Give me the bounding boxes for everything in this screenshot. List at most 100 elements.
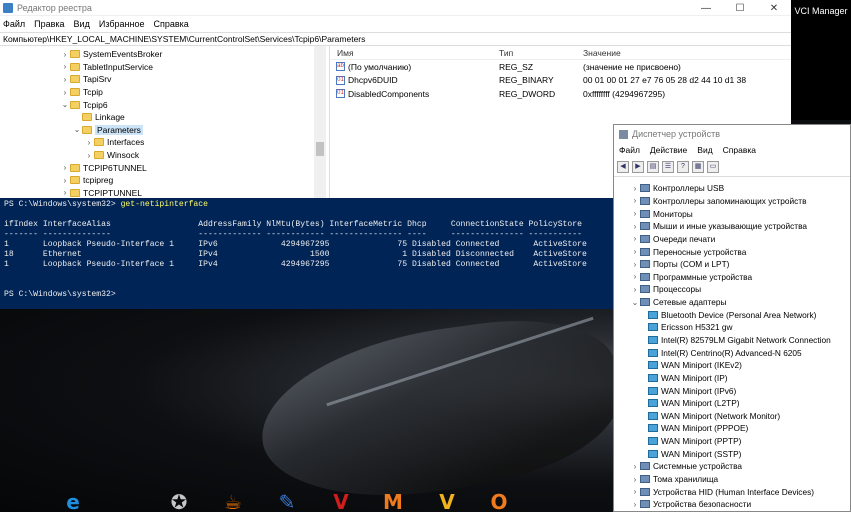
device-item[interactable]: WAN Miniport (PPPOE) bbox=[614, 422, 851, 435]
tree-node-systemeventsbroker[interactable]: › SystemEventsBroker bbox=[60, 48, 163, 61]
app-m-icon[interactable]: M bbox=[378, 487, 408, 512]
menu-edit[interactable]: Правка bbox=[34, 19, 64, 29]
devmgr-menu-action[interactable]: Действие bbox=[650, 145, 687, 155]
device-category[interactable]: › Переносные устройства bbox=[614, 245, 851, 258]
chevron-right-icon[interactable]: › bbox=[630, 475, 640, 484]
mercedes-icon[interactable]: ✪ bbox=[164, 487, 194, 512]
device-category[interactable]: › Очереди печати bbox=[614, 233, 851, 246]
devmgr-menu-help[interactable]: Справка bbox=[723, 145, 756, 155]
tree-node-tabletinputservice[interactable]: › TabletInputService bbox=[60, 61, 153, 74]
device-category[interactable]: › Мониторы bbox=[614, 207, 851, 220]
chevron-right-icon[interactable]: › bbox=[60, 88, 70, 97]
device-item[interactable]: WAN Miniport (L2TP) bbox=[614, 397, 851, 410]
device-category[interactable]: ⌄ Сетевые адаптеры bbox=[614, 296, 851, 309]
chevron-right-icon[interactable]: › bbox=[630, 487, 640, 496]
device-category[interactable]: › Контроллеры запоминающих устройств bbox=[614, 195, 851, 208]
vci-manager-shortcut[interactable]: VCI Manager bbox=[791, 0, 851, 120]
device-item[interactable]: WAN Miniport (IPv6) bbox=[614, 384, 851, 397]
menu-view[interactable]: Вид bbox=[74, 19, 90, 29]
device-category[interactable]: › Устройства HID (Human Interface Devices… bbox=[614, 485, 851, 498]
tree-node-tcpip6[interactable]: ⌄ Tcpip6 bbox=[60, 98, 108, 111]
app-v-icon[interactable]: V bbox=[326, 487, 356, 512]
devmgr-menu-view[interactable]: Вид bbox=[697, 145, 712, 155]
device-category[interactable]: › Системные устройства bbox=[614, 460, 851, 473]
device-item[interactable]: WAN Miniport (IP) bbox=[614, 372, 851, 385]
device-item[interactable]: Intel(R) Centrino(R) Advanced-N 6205 bbox=[614, 346, 851, 359]
tree-node-linkage[interactable]: Linkage bbox=[72, 111, 125, 124]
ie-icon[interactable]: e bbox=[58, 487, 88, 512]
menu-file[interactable]: Файл bbox=[3, 19, 25, 29]
device-category[interactable]: › Тома хранилища bbox=[614, 473, 851, 486]
chevron-down-icon[interactable]: ⌄ bbox=[60, 100, 70, 109]
tree-node-parameters[interactable]: ⌄ Parameters bbox=[72, 124, 143, 137]
chevron-right-icon[interactable]: › bbox=[630, 260, 640, 269]
device-category[interactable]: › Процессоры bbox=[614, 283, 851, 296]
device-category[interactable]: › Программные устройства bbox=[614, 270, 851, 283]
chevron-right-icon[interactable]: › bbox=[60, 176, 70, 185]
chevron-right-icon[interactable]: › bbox=[60, 50, 70, 59]
value-row[interactable]: 01 DisabledComponents REG_DWORD 0xffffffff … bbox=[331, 87, 791, 101]
grid-icon[interactable]: ▦ bbox=[692, 160, 704, 173]
menu-favorites[interactable]: Избранное bbox=[99, 19, 145, 29]
devmgr-menu-file[interactable]: Файл bbox=[619, 145, 640, 155]
chevron-down-icon[interactable]: ⌄ bbox=[72, 125, 82, 134]
device-item[interactable]: Bluetooth Device (Personal Area Network) bbox=[614, 308, 851, 321]
chevron-right-icon[interactable]: › bbox=[60, 163, 70, 172]
monitor-icon[interactable]: ▭ bbox=[707, 160, 719, 173]
value-row[interactable]: ab (По умолчанию) REG_SZ (значение не присв… bbox=[331, 60, 791, 74]
device-category[interactable]: › Порты (COM и LPT) bbox=[614, 258, 851, 271]
chevron-right-icon[interactable]: › bbox=[630, 500, 640, 509]
tree-node-interfaces[interactable]: › Interfaces bbox=[84, 136, 145, 149]
maximize-button[interactable]: ☐ bbox=[723, 0, 757, 16]
chevron-right-icon[interactable]: › bbox=[630, 222, 640, 231]
column-name[interactable]: Имя bbox=[331, 48, 499, 58]
chevron-right-icon[interactable]: › bbox=[630, 209, 640, 218]
java-icon[interactable]: ☕ bbox=[218, 487, 248, 512]
tree-node-tcpiptunnel[interactable]: › TCPIPTUNNEL bbox=[60, 187, 142, 198]
chevron-right-icon[interactable]: › bbox=[84, 138, 94, 147]
app-o-icon[interactable]: O bbox=[484, 487, 514, 512]
chevron-right-icon[interactable]: › bbox=[60, 75, 70, 84]
tree-node-tcpip[interactable]: › Tcpip bbox=[60, 86, 103, 99]
chevron-right-icon[interactable]: › bbox=[630, 184, 640, 193]
scrollbar-thumb[interactable] bbox=[316, 142, 324, 156]
minimize-button[interactable]: — bbox=[689, 0, 723, 16]
column-type[interactable]: Тип bbox=[499, 48, 583, 58]
device-category[interactable]: › Контроллеры USB bbox=[614, 182, 851, 195]
chevron-right-icon[interactable]: › bbox=[630, 272, 640, 281]
device-item[interactable]: WAN Miniport (PPTP) bbox=[614, 435, 851, 448]
chevron-right-icon[interactable]: › bbox=[630, 234, 640, 243]
chevron-right-icon[interactable]: › bbox=[630, 247, 640, 256]
device-item[interactable]: WAN Miniport (Network Monitor) bbox=[614, 410, 851, 423]
chevron-right-icon[interactable]: › bbox=[630, 196, 640, 205]
device-category[interactable]: › Устройства безопасности bbox=[614, 498, 851, 511]
chevron-right-icon[interactable]: › bbox=[60, 62, 70, 71]
device-category[interactable]: › Мыши и иные указывающие устройства bbox=[614, 220, 851, 233]
tree-node-tcpip6tunnel[interactable]: › TCPIP6TUNNEL bbox=[60, 161, 147, 174]
app-v2-icon[interactable]: V bbox=[432, 487, 462, 512]
menu-help[interactable]: Справка bbox=[153, 19, 188, 29]
tool-icon[interactable]: ✎ bbox=[272, 487, 302, 512]
back-icon[interactable]: ◀ bbox=[617, 160, 629, 173]
address-bar[interactable]: Компьютер\HKEY_LOCAL_MACHINE\SYSTEM\Curr… bbox=[0, 32, 791, 46]
chevron-right-icon[interactable]: › bbox=[60, 188, 70, 197]
powershell-console[interactable]: PS C:\Windows\system32> get-netipinterfa… bbox=[0, 198, 613, 309]
column-data[interactable]: Значение bbox=[583, 48, 791, 58]
list-icon[interactable]: ☰ bbox=[662, 160, 674, 173]
tree-scrollbar[interactable] bbox=[314, 46, 326, 198]
chevron-down-icon[interactable]: ⌄ bbox=[630, 298, 640, 307]
chevron-right-icon[interactable]: › bbox=[630, 462, 640, 471]
tree-node-tcpipreg[interactable]: › tcpipreg bbox=[60, 174, 114, 187]
tree-node-winsock[interactable]: › Winsock bbox=[84, 149, 139, 162]
tree-node-tapisrv[interactable]: › TapiSrv bbox=[60, 73, 112, 86]
close-button[interactable]: ✕ bbox=[757, 0, 791, 16]
chevron-right-icon[interactable]: › bbox=[630, 285, 640, 294]
device-item[interactable]: Intel(R) 82579LM Gigabit Network Connect… bbox=[614, 334, 851, 347]
properties-icon[interactable]: ▤ bbox=[647, 160, 659, 173]
device-item[interactable]: WAN Miniport (IKEv2) bbox=[614, 359, 851, 372]
help-icon[interactable]: ? bbox=[677, 160, 689, 173]
device-item[interactable]: WAN Miniport (SSTP) bbox=[614, 447, 851, 460]
device-item[interactable]: Ericsson H5321 gw bbox=[614, 321, 851, 334]
forward-icon[interactable]: ▶ bbox=[632, 160, 644, 173]
value-row[interactable]: 01 Dhcpv6DUID REG_BINARY 00 01 00 01 27 e7 … bbox=[331, 74, 791, 88]
